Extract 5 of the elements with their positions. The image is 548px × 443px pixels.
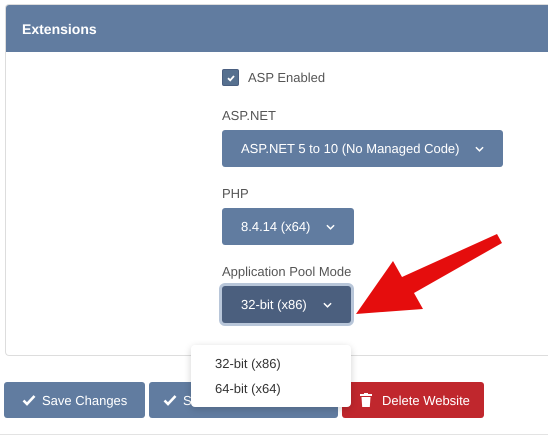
panel-title: Extensions: [22, 20, 97, 36]
field-label: Application Pool Mode: [222, 264, 352, 279]
field-label: PHP: [222, 186, 249, 201]
checkbox-label: ASP Enabled: [248, 70, 326, 85]
field-label: ASP.NET: [222, 108, 276, 123]
